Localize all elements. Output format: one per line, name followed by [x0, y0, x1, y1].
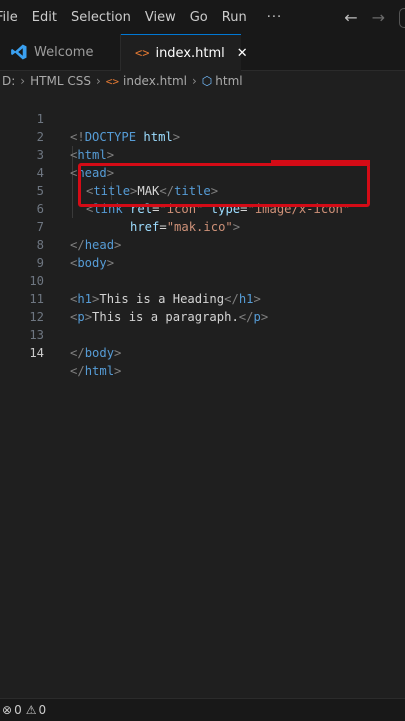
back-arrow-icon[interactable]: ← [344, 8, 357, 27]
code-line-11[interactable]: 11 <p>This is a paragraph.</p> [0, 272, 405, 324]
chevron-right-icon: › [191, 74, 197, 88]
breadcrumb: D: › HTML CSS › <> index.html › ⬡ html [0, 70, 405, 92]
code-text: </body> [70, 346, 122, 360]
breadcrumb-element[interactable]: html [215, 74, 242, 88]
code-text: </html> [70, 364, 122, 378]
tab-label: index.html [155, 45, 225, 61]
code-line-2[interactable]: 2 <html> [0, 110, 405, 162]
tab-index-html[interactable]: <> index.html ✕ [121, 34, 248, 71]
tab-bar: Welcome <> index.html ✕ [0, 34, 405, 71]
breadcrumb-drive[interactable]: D: [2, 74, 15, 88]
more-menu-icon[interactable]: ··· [267, 10, 282, 25]
vscode-logo-icon [11, 44, 27, 60]
code-line-14[interactable]: 14 </html> [0, 326, 405, 378]
breadcrumb-folder[interactable]: HTML CSS [30, 74, 91, 88]
line-number: 14 [29, 346, 44, 360]
status-bar: ⊗ 0 ⚠ 0 [0, 698, 405, 721]
menu-go[interactable]: Go [190, 10, 208, 25]
html-file-icon: <> [105, 74, 119, 88]
menu-run[interactable]: Run [222, 10, 247, 25]
menu-file[interactable]: File [0, 10, 18, 25]
code-line-10[interactable]: 10 <h1>This is a Heading</h1> [0, 254, 405, 306]
close-icon[interactable]: ✕ [237, 46, 248, 61]
red-annotation-box [78, 163, 370, 207]
code-line-3[interactable]: 3 <head> [0, 128, 405, 180]
error-icon[interactable]: ⊗ [2, 703, 12, 717]
warning-count[interactable]: 0 [38, 703, 46, 717]
tab-welcome[interactable]: Welcome [0, 34, 121, 70]
forward-arrow-icon[interactable]: → [372, 8, 385, 27]
menu-edit[interactable]: Edit [32, 10, 57, 25]
warning-icon[interactable]: ⚠ [26, 703, 37, 717]
code-line-1[interactable]: 1 <!DOCTYPE html> [0, 92, 405, 144]
tab-label: Welcome [34, 44, 94, 60]
menu-bar: File Edit Selection View Go Run ··· ← → [0, 0, 405, 34]
command-center-edge[interactable] [399, 8, 405, 28]
error-count[interactable]: 0 [14, 703, 22, 717]
element-cube-icon: ⬡ [201, 74, 213, 88]
html-file-icon: <> [135, 46, 150, 60]
chevron-right-icon: › [95, 74, 101, 88]
code-line-13[interactable]: 13 </body> [0, 308, 405, 360]
menu-selection[interactable]: Selection [71, 10, 131, 25]
navigation-arrows: ← → [344, 0, 385, 34]
menu-view[interactable]: View [145, 10, 176, 25]
red-annotation-stroke [271, 160, 370, 165]
code-line-12[interactable]: 12 [0, 290, 405, 324]
breadcrumb-file[interactable]: index.html [123, 74, 187, 88]
chevron-right-icon: › [20, 74, 26, 88]
code-line-8[interactable]: 8 <body> [0, 218, 405, 270]
code-line-9[interactable]: 9 [0, 236, 405, 270]
